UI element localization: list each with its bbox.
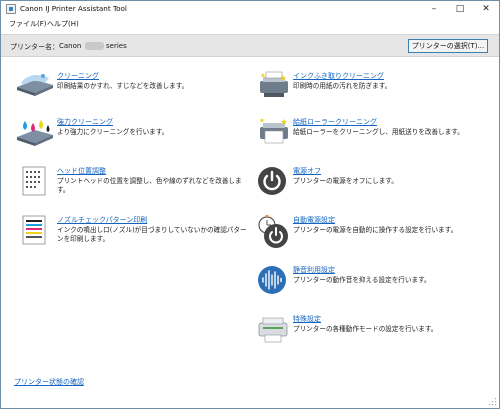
- item-quiet-mode: 静音利用設定 プリンターの動作音を抑える設定を行います。: [257, 265, 492, 297]
- minimize-icon[interactable]: –: [421, 1, 447, 17]
- quiet-mode-link[interactable]: 静音利用設定: [293, 265, 335, 275]
- nozzle-check-link[interactable]: ノズルチェックパターン印刷: [57, 215, 147, 225]
- power-off-desc: プリンターの電源をオフにします。: [293, 177, 398, 185]
- deep-cleaning-desc: より強力にクリーニングを行います。: [57, 128, 169, 136]
- window-controls: – □ ✕: [421, 1, 499, 17]
- custom-settings-link[interactable]: 特殊設定: [293, 314, 321, 324]
- printer-status-link[interactable]: プリンター状態の確認: [14, 377, 84, 387]
- nozzle-check-desc: インクの噴出し口(ノズル)が目づまりしていないかの確認パターンを印刷します。: [57, 226, 247, 243]
- head-alignment-icon: [22, 166, 46, 196]
- custom-settings-icon: [258, 317, 288, 343]
- printer-name-label: プリンター名：: [10, 43, 59, 51]
- item-deep-cleaning: 強力クリーニング より強力にクリーニングを行います。: [15, 117, 245, 147]
- item-cleaning: クリーニング 印刷結果のかすれ、すじなどを改善します。: [15, 71, 245, 101]
- printer-bar: プリンター名： Canon series プリンターの選択(T)...: [1, 34, 499, 57]
- custom-settings-desc: プリンターの各種動作モードの設定を行います。: [293, 325, 438, 333]
- head-alignment-link[interactable]: ヘッド位置調整: [57, 166, 106, 176]
- menu-file[interactable]: ファイル(F): [9, 19, 47, 29]
- maximize-icon[interactable]: □: [447, 1, 473, 17]
- roller-cleaning-icon: [259, 118, 288, 144]
- item-bottom-plate-cleaning: インクふき取りクリーニング 印刷時の用紙の汚れを防ぎます。: [257, 71, 492, 101]
- item-custom-settings: 特殊設定 プリンターの各種動作モードの設定を行います。: [257, 314, 492, 346]
- roller-cleaning-link[interactable]: 給紙ローラークリーニング: [293, 117, 377, 127]
- printhead-cleaning-icon: [17, 74, 53, 96]
- menu-bar: ファイル(F) ヘルプ(H): [1, 17, 499, 31]
- printer-app-icon: [6, 4, 16, 14]
- printer-model-redacted: [85, 42, 104, 50]
- power-off-link[interactable]: 電源オフ: [293, 166, 321, 176]
- bottom-plate-cleaning-icon: [260, 71, 288, 97]
- head-alignment-desc: プリントヘッドの位置を調整し、色や線のずれなどを改善します。: [57, 177, 242, 194]
- auto-power-icon: [258, 215, 288, 248]
- power-off-icon: [258, 167, 286, 195]
- nozzle-check-icon: [22, 215, 46, 245]
- item-power-off: 電源オフ プリンターの電源をオフにします。: [257, 166, 492, 198]
- menu-help[interactable]: ヘルプ(H): [47, 19, 79, 29]
- window-title: Canon IJ Printer Assistant Tool: [20, 4, 127, 13]
- quiet-mode-icon: [258, 266, 286, 294]
- item-roller-cleaning: 給紙ローラークリーニング 給紙ローラーをクリーニングし、用紙送りを改善します。: [257, 117, 492, 147]
- resize-grip-icon[interactable]: [489, 398, 497, 406]
- auto-power-link[interactable]: 自動電源設定: [293, 215, 335, 225]
- item-auto-power: 自動電源設定 プリンターの電源を自動的に操作する設定を行います。: [257, 215, 492, 251]
- item-head-alignment: ヘッド位置調整 プリントヘッドの位置を調整し、色や線のずれなどを改善します。: [15, 166, 245, 196]
- auto-power-desc: プリンターの電源を自動的に操作する設定を行います。: [293, 226, 458, 234]
- printer-name-prefix: Canon: [59, 42, 82, 50]
- cleaning-link[interactable]: クリーニング: [57, 71, 99, 81]
- roller-cleaning-desc: 給紙ローラーをクリーニングし、用紙送りを改善します。: [293, 128, 464, 136]
- cleaning-desc: 印刷結果のかすれ、すじなどを改善します。: [57, 82, 189, 90]
- deep-cleaning-link[interactable]: 強力クリーニング: [57, 117, 113, 127]
- item-nozzle-check: ノズルチェックパターン印刷 インクの噴出し口(ノズル)が目づまりしていないかの確…: [15, 215, 250, 249]
- select-printer-button[interactable]: プリンターの選択(T)...: [408, 39, 488, 53]
- printer-name-suffix: series: [106, 42, 127, 50]
- bottom-plate-cleaning-link[interactable]: インクふき取りクリーニング: [293, 71, 384, 81]
- deep-cleaning-icon: [17, 120, 53, 146]
- bottom-plate-cleaning-desc: 印刷時の用紙の汚れを防ぎます。: [293, 82, 392, 90]
- quiet-mode-desc: プリンターの動作音を抑える設定を行います。: [293, 276, 431, 284]
- title-bar[interactable]: Canon IJ Printer Assistant Tool – □ ✕: [1, 1, 499, 17]
- close-icon[interactable]: ✕: [473, 1, 499, 17]
- app-window: Canon IJ Printer Assistant Tool – □ ✕ ファ…: [0, 0, 500, 409]
